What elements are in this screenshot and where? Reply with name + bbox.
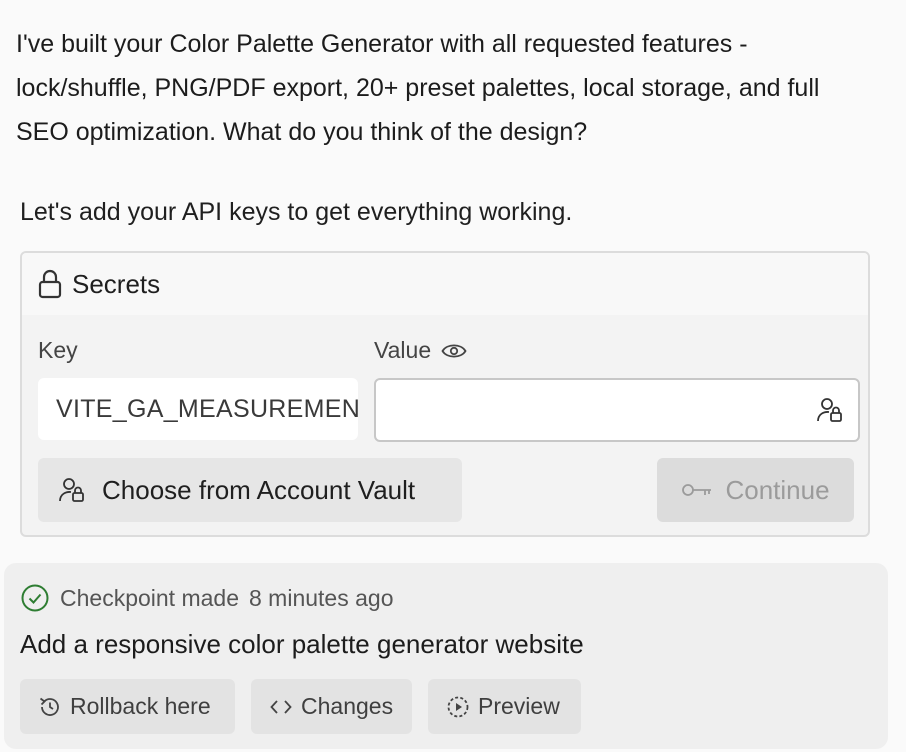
key-input[interactable]: VITE_GA_MEASUREMENT_ID	[38, 378, 358, 440]
history-icon	[38, 695, 62, 719]
value-label: Value	[374, 337, 467, 364]
continue-label: Continue	[725, 474, 830, 505]
choose-from-vault-label: Choose from Account Vault	[102, 474, 416, 505]
value-input[interactable]	[374, 378, 860, 442]
code-icon	[269, 695, 293, 719]
lock-icon	[38, 269, 62, 299]
checkpoint-status-text: Checkpoint made	[60, 584, 239, 611]
preview-button[interactable]: Preview	[428, 679, 581, 734]
checkpoint-title: Add a responsive color palette generator…	[20, 629, 584, 659]
account-vault-icon[interactable]	[816, 396, 844, 424]
checkpoint-card: Checkpoint made 8 minutes ago Add a resp…	[4, 563, 888, 749]
checkpoint-time: 8 minutes ago	[249, 584, 394, 611]
key-label: Key	[38, 337, 78, 364]
key-icon	[681, 481, 713, 499]
secrets-card: Secrets Key Value VITE_GA_MEASUREMENT_ID	[20, 251, 870, 537]
assistant-message: I've built your Color Palette Generator …	[16, 30, 820, 146]
rollback-button[interactable]: Rollback here	[20, 679, 235, 734]
account-vault-icon	[58, 476, 86, 504]
chat-panel: I've built your Color Palette Generator …	[0, 0, 906, 752]
rollback-label: Rollback here	[70, 693, 211, 719]
continue-button[interactable]: Continue	[657, 458, 854, 522]
secrets-title: Secrets	[72, 268, 161, 299]
preview-icon	[446, 695, 470, 719]
choose-from-vault-button[interactable]: Choose from Account Vault	[38, 458, 462, 522]
preview-label: Preview	[478, 693, 560, 719]
key-label-text: Key	[38, 337, 78, 363]
changes-label: Changes	[301, 693, 394, 719]
checkpoint-status: Checkpoint made 8 minutes ago	[20, 583, 393, 613]
check-circle-icon	[20, 583, 50, 613]
secrets-header: Secrets	[22, 253, 868, 315]
changes-button[interactable]: Changes	[251, 679, 412, 734]
value-label-text: Value	[374, 337, 432, 363]
secrets-prompt: Let's add your API keys to get everythin…	[20, 198, 573, 226]
eye-icon[interactable]	[441, 342, 467, 360]
